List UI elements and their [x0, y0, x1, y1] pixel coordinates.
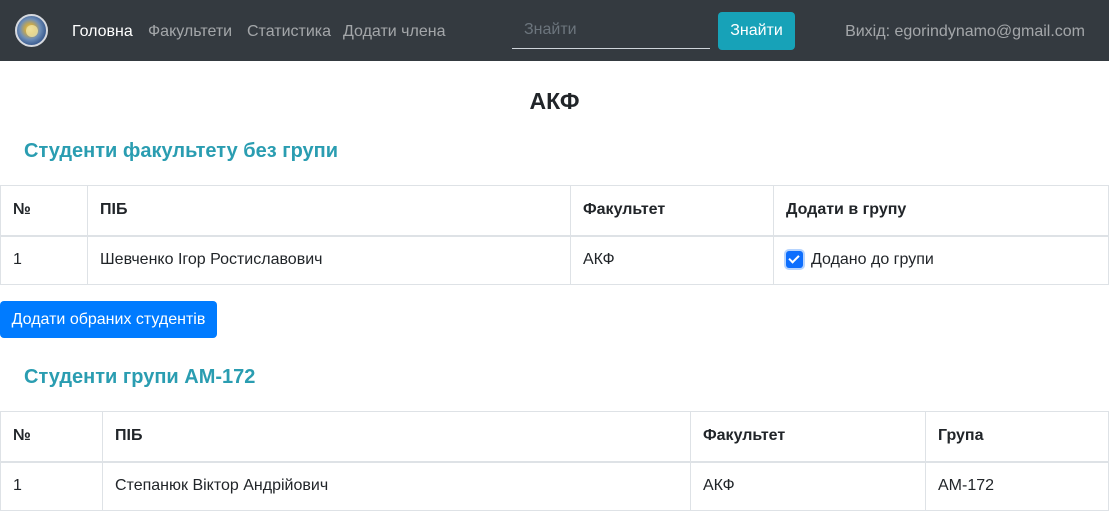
university-emblem-icon[interactable]	[15, 14, 48, 47]
col-header-number: №	[0, 411, 103, 463]
table-header-row: № ПІБ Факультет Додати в групу	[0, 185, 1109, 237]
col-header-add-to-group: Додати в групу	[773, 185, 1109, 237]
cell-name: Степанюк Віктор Андрійович	[102, 461, 691, 511]
search-button[interactable]: Знайти	[718, 12, 795, 50]
ungrouped-students-table: № ПІБ Факультет Додати в групу 1 Шевченк…	[0, 185, 1109, 285]
table-header-row: № ПІБ Факультет Група	[0, 411, 1109, 463]
cell-group: АМ-172	[925, 461, 1109, 511]
nav-link-statistics[interactable]: Статистика	[247, 22, 331, 42]
cell-faculty: АКФ	[570, 235, 774, 285]
ungrouped-section-title: Студенти факультету без групи	[24, 140, 339, 162]
group-students-table: № ПІБ Факультет Група 1 Степанюк Віктор …	[0, 411, 1109, 511]
col-header-group: Група	[925, 411, 1109, 463]
col-header-name: ПІБ	[87, 185, 571, 237]
navbar: Головна Факультети Статистика Додати чле…	[0, 0, 1109, 61]
logout-link[interactable]: Вихід: egorindynamo@gmail.com	[845, 22, 1085, 42]
col-header-number: №	[0, 185, 88, 237]
cell-add-to-group: Додано до групи	[773, 235, 1109, 285]
cell-faculty: АКФ	[690, 461, 926, 511]
col-header-faculty: Факультет	[570, 185, 774, 237]
table-row: 1 Шевченко Ігор Ростиславович АКФ Додано…	[0, 235, 1109, 285]
checkbox-label[interactable]: Додано до групи	[811, 251, 934, 268]
cell-name: Шевченко Ігор Ростиславович	[87, 235, 571, 285]
page-title: АКФ	[529, 88, 580, 114]
nav-link-home[interactable]: Головна	[72, 22, 133, 42]
group-section-title: Студенти групи АМ-172	[24, 366, 256, 388]
add-to-group-checkbox[interactable]	[786, 250, 803, 268]
table-row: 1 Степанюк Віктор Андрійович АКФ АМ-172	[0, 461, 1109, 511]
search-input[interactable]	[512, 12, 710, 49]
add-selected-students-button[interactable]: Додати обраних студентів	[0, 301, 217, 338]
col-header-faculty: Факультет	[690, 411, 926, 463]
cell-number: 1	[0, 235, 88, 285]
nav-link-faculties[interactable]: Факультети	[148, 22, 232, 42]
cell-number: 1	[0, 461, 103, 511]
col-header-name: ПІБ	[102, 411, 691, 463]
nav-link-add-member[interactable]: Додати члена	[343, 22, 445, 42]
